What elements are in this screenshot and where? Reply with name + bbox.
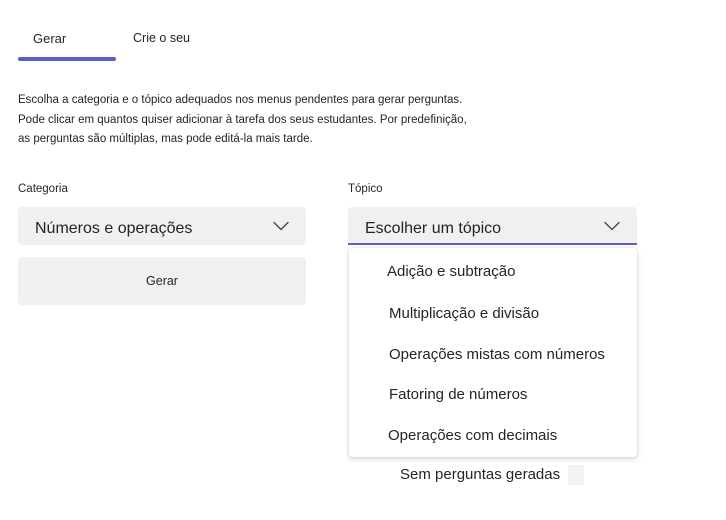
topic-option-label: Multiplicação e divisão — [389, 305, 540, 322]
instructions-line: as perguntas são múltiplas, mas pode edi… — [18, 133, 313, 145]
empty-state-placeholder — [568, 465, 584, 485]
empty-state-message: Sem perguntas geradas — [400, 466, 561, 483]
topic-option[interactable]: Operações mistas com números — [349, 337, 637, 375]
topic-option[interactable]: Multiplicação e divisão — [349, 296, 637, 334]
category-selected-value: Números e operações — [35, 220, 193, 237]
chevron-down-icon — [604, 221, 620, 231]
instructions-text: Escolha a categoria e o tópico adequados… — [18, 91, 498, 150]
topic-selected-value: Escolher um tópico — [365, 220, 502, 237]
instructions-line: Escolha a categoria e o tópico adequados… — [18, 94, 463, 106]
topic-option-label: Operações mistas com números — [389, 346, 605, 363]
topic-dropdown-menu: Adição e subtração Multiplicação e divis… — [349, 248, 637, 457]
tab-generate[interactable]: Gerar — [33, 31, 66, 46]
topic-option-label: Adição e subtração — [387, 263, 516, 280]
topic-option[interactable]: Fatoring de números — [349, 377, 637, 415]
generate-questions-panel: Gerar Crie o seu Escolha a categoria e o… — [0, 0, 726, 520]
topic-option[interactable]: Adição e subtração — [349, 254, 637, 292]
topic-option-label: Operações com decimais — [388, 427, 558, 444]
tab-active-indicator — [18, 57, 116, 61]
topic-label: Tópico — [348, 183, 383, 195]
topic-option[interactable]: Operações com decimais — [349, 418, 637, 456]
topic-option-label: Fatoring de números — [389, 386, 528, 403]
topic-dropdown[interactable]: Escolher um tópico — [348, 207, 637, 245]
instructions-line: Pode clicar em quantos quiser adicionar … — [18, 113, 467, 126]
category-dropdown[interactable]: Números e operações — [18, 207, 306, 245]
tab-create-your-own[interactable]: Crie o seu — [133, 31, 190, 45]
category-label: Categoria — [18, 183, 68, 195]
generate-button[interactable]: Gerar — [18, 257, 306, 305]
chevron-down-icon — [273, 221, 289, 231]
